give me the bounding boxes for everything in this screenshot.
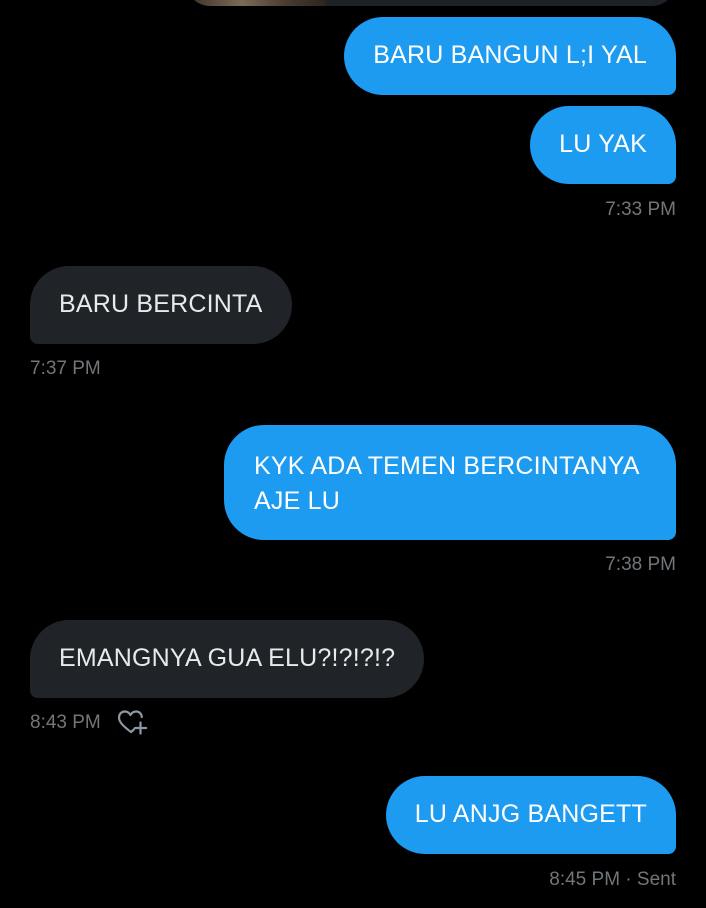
dm-conversation: BARU BANGUN L;I YAL LU YAK 7:33 PM BARU … [0, 0, 706, 908]
timestamp-text: 8:43 PM [30, 712, 101, 733]
outgoing-message-bubble[interactable]: LU YAK [530, 106, 676, 184]
heart-plus-icon-svg [117, 710, 147, 735]
message-text: LU ANJG BANGETT [414, 800, 647, 828]
timestamp-text: 7:37 PM [30, 358, 101, 379]
message-timestamp: 7:33 PM [605, 198, 676, 222]
media-thumbnail [186, 0, 326, 6]
message-text: LU YAK [559, 130, 647, 158]
previous-media-message[interactable] [186, 0, 676, 6]
message-text: BARU BANGUN L;I YAL [373, 41, 647, 69]
timestamp-text: 7:38 PM [605, 554, 676, 575]
message-text: KYK ADA TEMEN BERCINTANYA AJE LU [254, 452, 639, 515]
outgoing-message-bubble[interactable]: BARU BANGUN L;I YAL [344, 17, 676, 95]
outgoing-message-bubble[interactable]: LU ANJG BANGETT [385, 776, 676, 854]
timestamp-text: 8:45 PM · Sent [549, 869, 676, 890]
message-timestamp-sent-status: 8:45 PM · Sent [549, 868, 676, 892]
outgoing-message-bubble[interactable]: KYK ADA TEMEN BERCINTANYA AJE LU [224, 425, 676, 540]
message-timestamp: 7:37 PM [30, 357, 101, 381]
message-timestamp: 7:38 PM [605, 553, 676, 577]
message-timestamp: 8:43 PM [30, 709, 147, 737]
timestamp-text: 7:33 PM [605, 199, 676, 220]
message-text: BARU BERCINTA [59, 290, 263, 318]
media-bubble-body [326, 0, 676, 6]
message-text: EMANGNYA GUA ELU?!?!?!? [59, 644, 396, 672]
heart-plus-icon[interactable] [117, 709, 147, 737]
incoming-message-bubble[interactable]: EMANGNYA GUA ELU?!?!?!? [30, 620, 425, 698]
incoming-message-bubble[interactable]: BARU BERCINTA [30, 266, 292, 344]
